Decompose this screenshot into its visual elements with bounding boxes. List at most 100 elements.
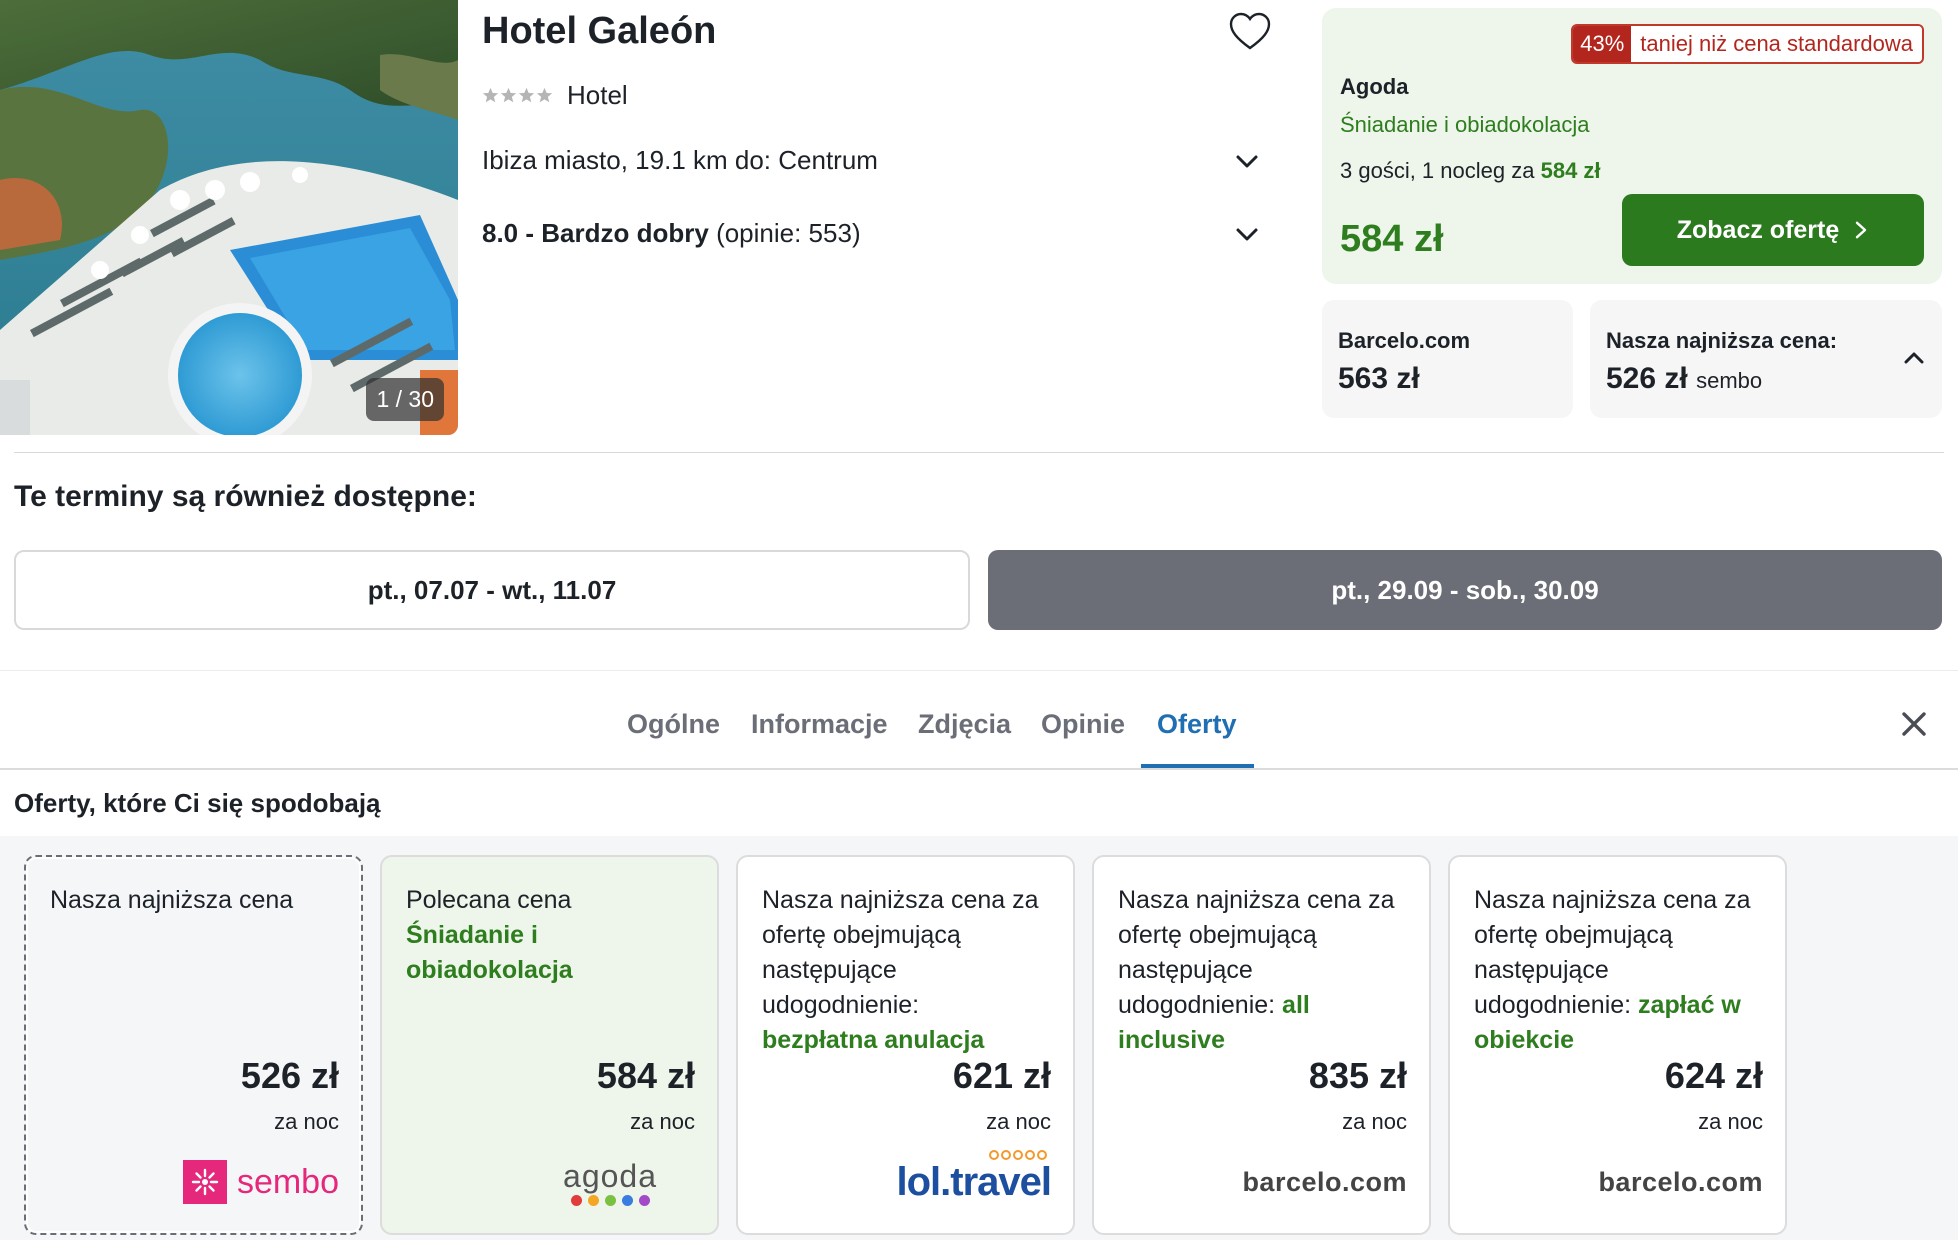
detail-tabs: Ogólne Informacje Zdjęcia Opinie Oferty [0,680,1958,768]
barcelo-wordmark: barcelo.com [1242,1166,1407,1197]
tab-reviews[interactable]: Opinie [1041,680,1125,768]
per-night-label: za noc [986,1109,1051,1134]
per-night-label: za noc [1698,1109,1763,1134]
lol-travel-logo: lol.travel [896,1149,1052,1211]
tab-general[interactable]: Ogólne [627,680,720,768]
offer-guests-text: 3 gości, 1 nocleg za [1340,158,1535,183]
sembo-wordmark: sembo [236,1162,339,1201]
date-option-label: pt., 07.07 - wt., 11.07 [367,574,617,605]
discount-text: taniej niż cena standardowa [1631,26,1922,62]
rating-count: (opinie: 553) [716,218,861,248]
offer-desc-text: Polecana cena [406,886,572,914]
offer-description: Nasza najniższa cena za ofertę obejmując… [1118,883,1407,1061]
offer-desc-text: Nasza najniższa cena za ofertę obejmując… [762,886,1039,1019]
discount-percent: 43% [1573,26,1632,62]
star-rating [482,87,553,104]
rating-row[interactable]: 8.0 - Bardzo dobry (opinie: 553) [482,218,1262,249]
offer-price: 584 zł [1340,218,1444,260]
offer-card-agoda[interactable]: Polecana cena Śniadanie i obiadokolacja 5… [380,855,719,1235]
chevron-down-icon [1236,228,1258,240]
chevron-up-icon[interactable] [1900,344,1928,372]
best-offer-card: 43% taniej niż cena standardowa Agoda Śn… [1322,8,1942,284]
date-option-selected[interactable]: pt., 29.09 - sob., 30.09 [988,550,1942,630]
offer-card-barcelo-pay[interactable]: Nasza najniższa cena za ofertę obejmując… [1448,855,1787,1235]
chevron-right-icon [1856,221,1867,239]
offer-highlight: Śniadanie i obiadokolacja [406,921,573,984]
offer-card-price: 621 zł [952,1055,1051,1096]
agoda-logo: agoda [563,1153,657,1211]
offer-card-price: 526 zł [240,1055,339,1096]
offer-description: Nasza najniższa cena za ofertę obejmując… [762,883,1051,1061]
rating-score: 8.0 - Bardzo dobry [482,218,709,248]
see-offer-label: Zobacz ofertę [1676,215,1840,244]
date-option-label: pt., 29.09 - sob., 30.09 [1331,574,1599,605]
hotel-name: Hotel Galeón [482,10,717,52]
offer-description: Nasza najniższa cena za ofertę obejmując… [1474,883,1763,1061]
offer-card-barcelo-ai[interactable]: Nasza najniższa cena za ofertę obejmując… [1092,855,1431,1235]
per-night-label: za noc [630,1109,695,1134]
tab-label: Opinie [1041,708,1126,739]
lowest-price-card[interactable]: Nasza najniższa cena: 526 zł sembo [1590,300,1942,418]
tab-information[interactable]: Informacje [751,680,888,768]
lowest-price-amount: 526 zł [1606,362,1688,395]
lowest-price-label: Nasza najniższa cena: [1606,328,1838,353]
per-night-label: za noc [274,1109,339,1134]
dates-title: Te terminy są również dostępne: [14,480,477,513]
section-divider [14,452,1944,453]
lol-travel-rings-icon [989,1149,1047,1160]
date-option[interactable]: pt., 07.07 - wt., 11.07 [14,550,970,630]
agoda-wordmark: agoda [563,1157,657,1194]
barcelo-price: 563 zł [1338,362,1420,395]
lowest-price-provider: sembo [1696,368,1763,393]
offer-description: Polecana cena Śniadanie i obiadokolacja [406,883,695,1061]
sembo-logo: sembo [182,1153,339,1211]
barcelo-label: Barcelo.com [1338,328,1471,353]
location-row[interactable]: Ibiza miasto, 19.1 km do: Centrum [482,145,1262,176]
section-divider [0,670,1958,671]
sembo-sun-icon [182,1160,227,1204]
star-icon [482,87,499,103]
offers-title: Oferty, które Ci się spodobają [14,788,381,818]
lol-travel-wordmark: lol.travel [896,1159,1052,1204]
offer-desc-text: Nasza najniższa cena [50,886,294,914]
offer-card-loltravel[interactable]: Nasza najniższa cena za ofertę obejmując… [736,855,1075,1235]
close-icon[interactable] [1894,704,1934,744]
offer-card-price: 584 zł [596,1055,695,1096]
barcelo-logo: barcelo.com [1242,1153,1407,1211]
offer-card-sembo[interactable]: Nasza najniższa cena 526 zł za noc sembo [24,855,363,1235]
lowest-price-value: 526 zł sembo [1606,362,1942,396]
tab-label: Zdjęcia [918,708,1012,739]
tab-photos[interactable]: Zdjęcia [918,680,1011,768]
discount-badge: 43% taniej niż cena standardowa [1571,24,1924,64]
offer-description: Nasza najniższa cena [50,883,339,1061]
offer-guests-price: 584 zł [1540,158,1601,183]
tabs-divider [0,768,1958,770]
hotel-photo-image [0,0,458,435]
photo-counter: 1 / 30 [366,378,444,421]
barcelo-wordmark: barcelo.com [1598,1166,1763,1197]
agoda-dots-icon [570,1194,650,1206]
star-icon [518,87,535,103]
tab-offers[interactable]: Oferty [1157,680,1237,768]
barcelo-logo: barcelo.com [1598,1153,1763,1211]
offer-highlight: bezpłatna anulacja [762,1026,985,1054]
barcelo-price-card[interactable]: Barcelo.com 563 zł [1322,300,1573,418]
tab-label: Informacje [751,708,888,739]
hotel-photo[interactable]: 1 / 30 [0,0,458,435]
stars-row: Hotel [482,80,628,111]
offer-desc-text: Nasza najniższa cena za ofertę obejmując… [1118,886,1395,1019]
favorite-button[interactable] [1226,8,1274,56]
star-icon [536,87,553,103]
offer-provider: Agoda [1340,74,1409,99]
chevron-down-icon [1236,155,1258,167]
tab-label: Ogólne [627,708,720,739]
per-night-label: za noc [1342,1109,1407,1134]
offer-card-price: 835 zł [1308,1055,1407,1096]
see-offer-button[interactable]: Zobacz ofertę [1622,194,1924,266]
offer-board: Śniadanie i obiadokolacja [1340,112,1590,137]
rating-summary: 8.0 - Bardzo dobry (opinie: 553) [482,218,861,249]
offer-card-price: 624 zł [1664,1055,1763,1096]
hotel-type: Hotel [567,80,628,110]
heart-icon [1229,12,1271,50]
star-icon [500,87,517,103]
